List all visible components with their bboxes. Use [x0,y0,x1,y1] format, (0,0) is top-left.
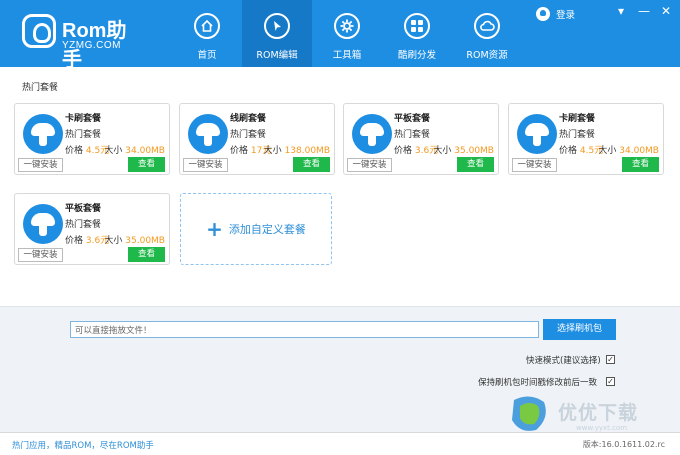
price-label: 价格 [230,146,249,156]
card-subtitle: 热门套餐 [65,130,102,140]
card-size: 大小 138.00MB [264,143,330,156]
size-label: 大小 [433,146,452,156]
card-price: 价格 3.6元 [394,143,438,156]
view-button[interactable]: 查看 [128,247,165,262]
size-label: 大小 [598,146,617,156]
nav-rom-edit[interactable]: ROM编辑 [242,0,312,67]
price-label: 价格 [394,146,413,156]
nav-rom-resources-label: ROM资源 [466,50,508,61]
card-price: 价格 4.5元 [559,143,603,156]
minimize-button[interactable]: — [636,4,652,18]
size-value: 34.00MB [125,146,165,156]
install-button[interactable]: 一键安装 [512,158,557,172]
view-button[interactable]: 查看 [128,157,165,172]
package-card: 平板套餐 热门套餐 价格 3.6元 大小 35.00MB 一键安装 查看 [343,103,499,175]
nav-toolbox-label: 工具箱 [332,50,362,61]
keep-timestamp-label: 保持刷机包时间戳修改前后一致 [478,378,598,388]
card-size: 大小 34.00MB [104,143,165,156]
install-button[interactable]: 一键安装 [18,248,63,262]
package-card: 平板套餐 热门套餐 价格 3.6元 大小 35.00MB 一键安装 查看 [14,193,170,265]
size-label: 大小 [104,146,123,156]
mushroom-icon [23,204,63,244]
size-value: 35.00MB [125,236,165,246]
package-card: 卡刷套餐 热门套餐 价格 4.5元 大小 34.00MB 一键安装 查看 [14,103,170,175]
price-label: 价格 [65,146,84,156]
main-nav: 首页 ROM编辑 工具箱 酷刷分发 ROM资源 [172,0,522,67]
card-size: 大小 35.00MB [104,233,165,246]
price-label: 价格 [559,146,578,156]
card-subtitle: 热门套餐 [559,130,596,140]
card-subtitle: 热门套餐 [394,130,431,140]
home-icon [194,13,220,39]
login-label: 登录 [556,10,576,21]
watermark-text: 优优下载 [558,402,639,424]
card-name: 卡刷套餐 [65,114,102,124]
size-label: 大小 [263,146,282,156]
version-label: 版本:16.0.1611.02.rc [582,440,665,449]
login-button[interactable]: 登录 [536,6,575,22]
nav-toolbox[interactable]: 工具箱 [312,0,382,67]
size-value: 34.00MB [619,146,659,156]
card-name: 平板套餐 [394,114,431,124]
price-label: 价格 [65,236,84,246]
close-button[interactable]: ✕ [658,4,674,18]
user-icon [536,7,550,21]
package-card: 卡刷套餐 热门套餐 价格 4.5元 大小 34.00MB 一键安装 查看 [508,103,664,175]
cloud-icon [474,13,500,39]
card-size: 大小 35.00MB [433,143,494,156]
add-custom-package-button[interactable]: + 添加自定义套餐 [180,193,332,265]
dropdown-menu-button[interactable]: ▾ [613,4,629,18]
add-custom-label: 添加自定义套餐 [228,223,306,236]
view-button[interactable]: 查看 [293,157,330,172]
play-icon [264,13,290,39]
grid-icon [404,13,430,39]
card-subtitle: 热门套餐 [230,130,267,140]
view-button[interactable]: 查看 [457,157,494,172]
nav-distribute-label: 酷刷分发 [397,50,436,61]
card-size: 大小 34.00MB [598,143,659,156]
watermark-url: www.yyxt.com [576,424,628,432]
plus-icon: + [206,217,223,241]
app-logo: Rom助手 YZMG.COM [22,12,142,71]
gear-icon [334,13,360,39]
nav-home-label: 首页 [197,50,217,61]
nav-home[interactable]: 首页 [172,0,242,67]
nav-rom-resources[interactable]: ROM资源 [452,0,522,67]
card-price: 价格 4.5元 [65,143,109,156]
top-bar: Rom助手 YZMG.COM 首页 ROM编辑 工具箱 酷刷分发 ROM资源 登… [0,0,680,71]
size-label: 大小 [104,236,123,246]
watermark-logo-icon [512,396,546,431]
mushroom-icon [188,114,228,154]
footer-slogan[interactable]: 热门应用，精品ROM，尽在ROM助手 [12,439,154,451]
watermark: 优优下载 www.yyxt.com [508,394,668,434]
choose-package-button[interactable]: 选择刷机包 [543,319,616,340]
install-button[interactable]: 一键安装 [18,158,63,172]
card-name: 平板套餐 [65,204,102,214]
package-card: 线刷套餐 热门套餐 价格 17元 大小 138.00MB 一键安装 查看 [179,103,335,175]
card-price: 价格 3.6元 [65,233,109,246]
install-button[interactable]: 一键安装 [347,158,392,172]
size-value: 138.00MB [284,146,330,156]
mushroom-icon [23,114,63,154]
card-name: 线刷套餐 [230,114,267,124]
keep-timestamp-checkbox[interactable]: ✓ [606,377,615,386]
status-bar: 热门应用，精品ROM，尽在ROM助手 版本:16.0.1611.02.rc [0,432,680,455]
card-name: 卡刷套餐 [559,114,596,124]
nav-distribute[interactable]: 酷刷分发 [382,0,452,67]
mushroom-icon [352,114,392,154]
logo-badge-icon [22,14,56,48]
card-subtitle: 热门套餐 [65,220,102,230]
logo-subtitle: YZMG.COM [62,40,121,51]
size-value: 35.00MB [454,146,494,156]
mushroom-icon [517,114,557,154]
fast-mode-label: 快速模式(建议选择) [526,356,601,366]
view-button[interactable]: 查看 [622,157,659,172]
section-title: 热门套餐 [22,83,59,93]
drop-file-input[interactable] [70,321,539,338]
fast-mode-checkbox[interactable]: ✓ [606,355,615,364]
nav-rom-edit-label: ROM编辑 [256,50,298,61]
install-button[interactable]: 一键安装 [183,158,228,172]
